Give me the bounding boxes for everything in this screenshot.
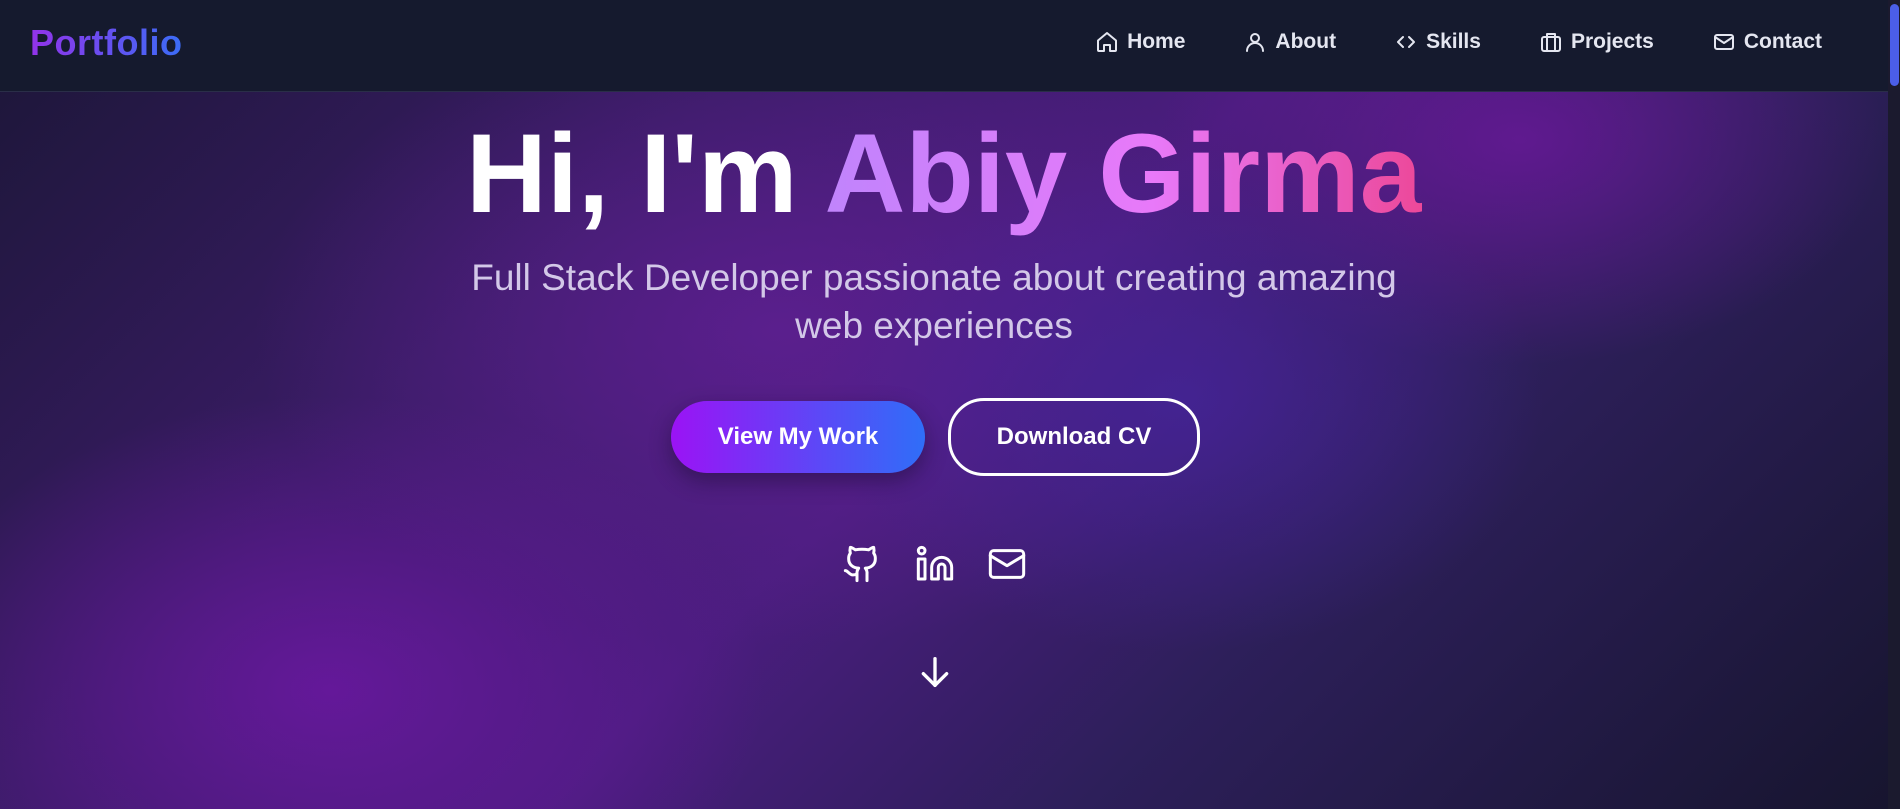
- github-icon: [843, 545, 877, 583]
- view-my-work-button[interactable]: View My Work: [671, 401, 925, 473]
- hero-title: Hi, I'm Abiy Girma: [0, 110, 1888, 239]
- scrollbar[interactable]: [1888, 0, 1900, 809]
- home-icon: [1097, 32, 1118, 52]
- nav-links: Home About Skills Projects Contact: [1037, 30, 1822, 54]
- hero-greeting: Hi, I'm: [465, 111, 825, 236]
- github-link[interactable]: [842, 544, 882, 584]
- mail-icon: [1713, 34, 1734, 50]
- scroll-down-arrow[interactable]: [915, 652, 955, 692]
- nav-item-about[interactable]: About: [1243, 30, 1336, 54]
- top-navbar: Portfolio Home About Skills Projects Con…: [0, 0, 1888, 92]
- scrollbar-thumb[interactable]: [1890, 4, 1899, 86]
- nav-item-contact[interactable]: Contact: [1712, 30, 1822, 54]
- nav-item-label: Projects: [1570, 30, 1654, 53]
- nav-item-projects[interactable]: Projects: [1539, 30, 1654, 54]
- logo[interactable]: Portfolio: [30, 22, 182, 64]
- user-icon: [1246, 33, 1265, 52]
- arrow-down-icon: [921, 657, 949, 687]
- nav-item-label: Skills: [1426, 30, 1481, 53]
- briefcase-icon: [1540, 33, 1561, 52]
- nav-item-label: About: [1275, 30, 1337, 53]
- download-cv-button[interactable]: Download CV: [948, 398, 1200, 476]
- mail-icon: [988, 549, 1026, 579]
- hero-name: Abiy Girma: [824, 111, 1423, 236]
- linkedin-link[interactable]: [915, 544, 955, 584]
- hero-subtitle: Full Stack Developer passionate about cr…: [471, 257, 1397, 346]
- nav-item-skills[interactable]: Skills: [1394, 30, 1481, 54]
- code-icon: [1397, 36, 1416, 48]
- email-link[interactable]: [987, 544, 1027, 584]
- nav-item-label: Home: [1127, 30, 1186, 53]
- linkedin-icon: [916, 545, 954, 581]
- nav-item-home[interactable]: Home: [1095, 30, 1185, 54]
- nav-item-label: Contact: [1743, 30, 1822, 53]
